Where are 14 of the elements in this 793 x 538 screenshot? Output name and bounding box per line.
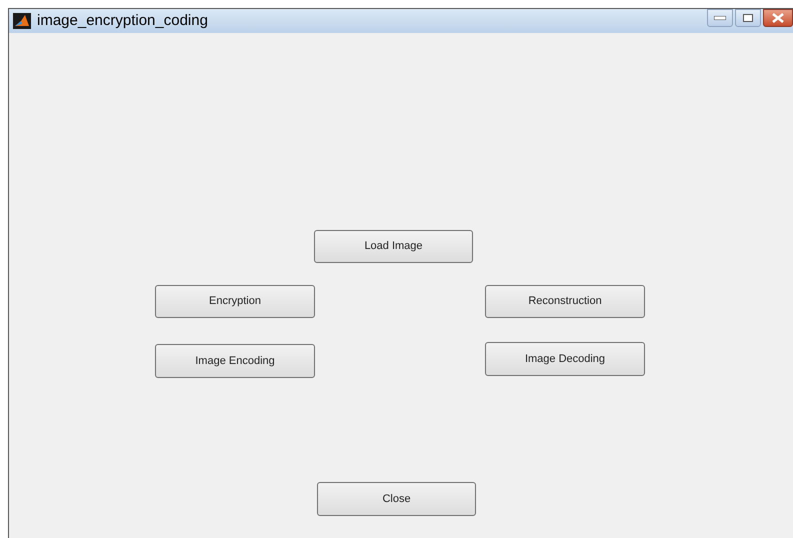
maximize-button[interactable] <box>735 9 761 27</box>
maximize-icon <box>743 14 753 22</box>
minimize-button[interactable] <box>707 9 733 27</box>
close-button[interactable] <box>763 9 793 27</box>
push-button[interactable]: Image Encoding <box>155 344 315 378</box>
push-button[interactable]: Close <box>317 482 476 516</box>
close-icon <box>772 13 784 23</box>
app-icon <box>13 13 31 29</box>
push-button[interactable]: Reconstruction <box>485 285 645 318</box>
push-button[interactable]: Image Decoding <box>485 342 645 376</box>
window-title: image_encryption_coding <box>37 10 208 31</box>
minimize-icon <box>714 16 726 20</box>
push-button[interactable]: Load Image <box>314 230 473 263</box>
push-button[interactable]: Encryption <box>155 285 315 318</box>
